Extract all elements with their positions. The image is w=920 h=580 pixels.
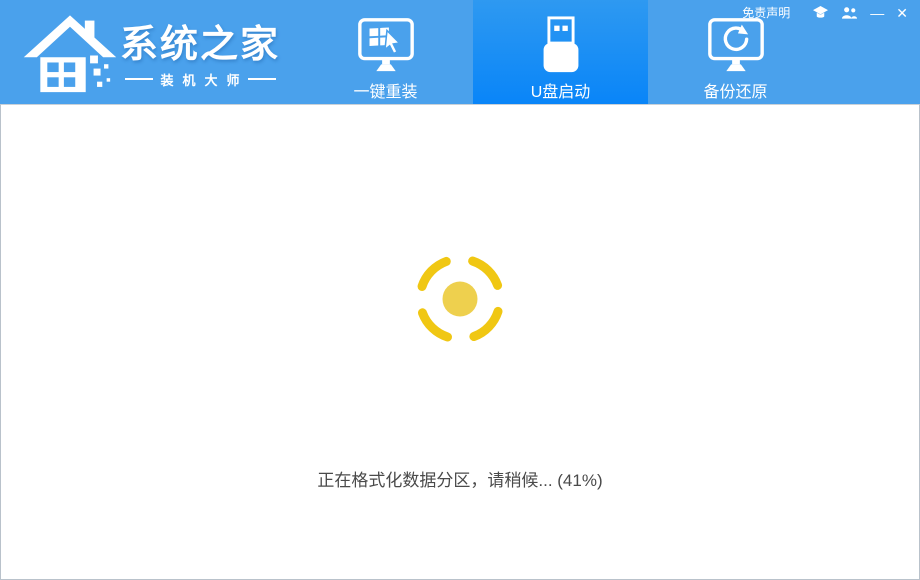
main-content: 正在格式化数据分区，请稍候... (41%) <box>0 104 920 580</box>
users-icon[interactable] <box>841 6 858 20</box>
brand: 系统之家 装机大师 <box>22 6 280 98</box>
progress-status-text: 正在格式化数据分区，请稍候... (41%) <box>317 471 603 490</box>
subtitle-dash-right <box>247 78 276 80</box>
brand-subtitle-text: 装机大师 <box>160 72 249 88</box>
topbar: 免责声明 — ✕ <box>742 4 912 21</box>
tab-label: 一键重装 <box>353 84 418 101</box>
brand-title: 系统之家 <box>120 23 281 66</box>
loading-spinner-icon <box>415 254 505 344</box>
brand-text: 系统之家 装机大师 <box>120 24 280 89</box>
tab-label: U盘启动 <box>530 84 591 101</box>
subtitle-dash-left <box>124 78 153 80</box>
tab-label: 备份还原 <box>703 84 768 101</box>
graduation-cap-icon[interactable] <box>812 5 829 20</box>
pixel-house-icon <box>23 15 117 93</box>
minimize-button[interactable]: — <box>870 5 884 21</box>
disclaimer-link[interactable]: 免责声明 <box>742 4 790 21</box>
tab-usb-boot[interactable]: U盘启动 <box>473 0 648 104</box>
app-header: 系统之家 装机大师 一键重装 U盘启动 备份还原 免责声明 — ✕ <box>0 0 920 104</box>
app-window: 系统之家 装机大师 一键重装 U盘启动 备份还原 免责声明 — ✕ 正在格式化数… <box>0 0 920 580</box>
monitor-restore-icon <box>705 14 767 76</box>
tab-one-key-reinstall[interactable]: 一键重装 <box>298 0 473 104</box>
usb-drive-icon <box>537 14 585 76</box>
close-button[interactable]: ✕ <box>896 5 908 21</box>
brand-subtitle: 装机大师 <box>120 70 280 89</box>
monitor-reinstall-icon <box>355 14 417 76</box>
